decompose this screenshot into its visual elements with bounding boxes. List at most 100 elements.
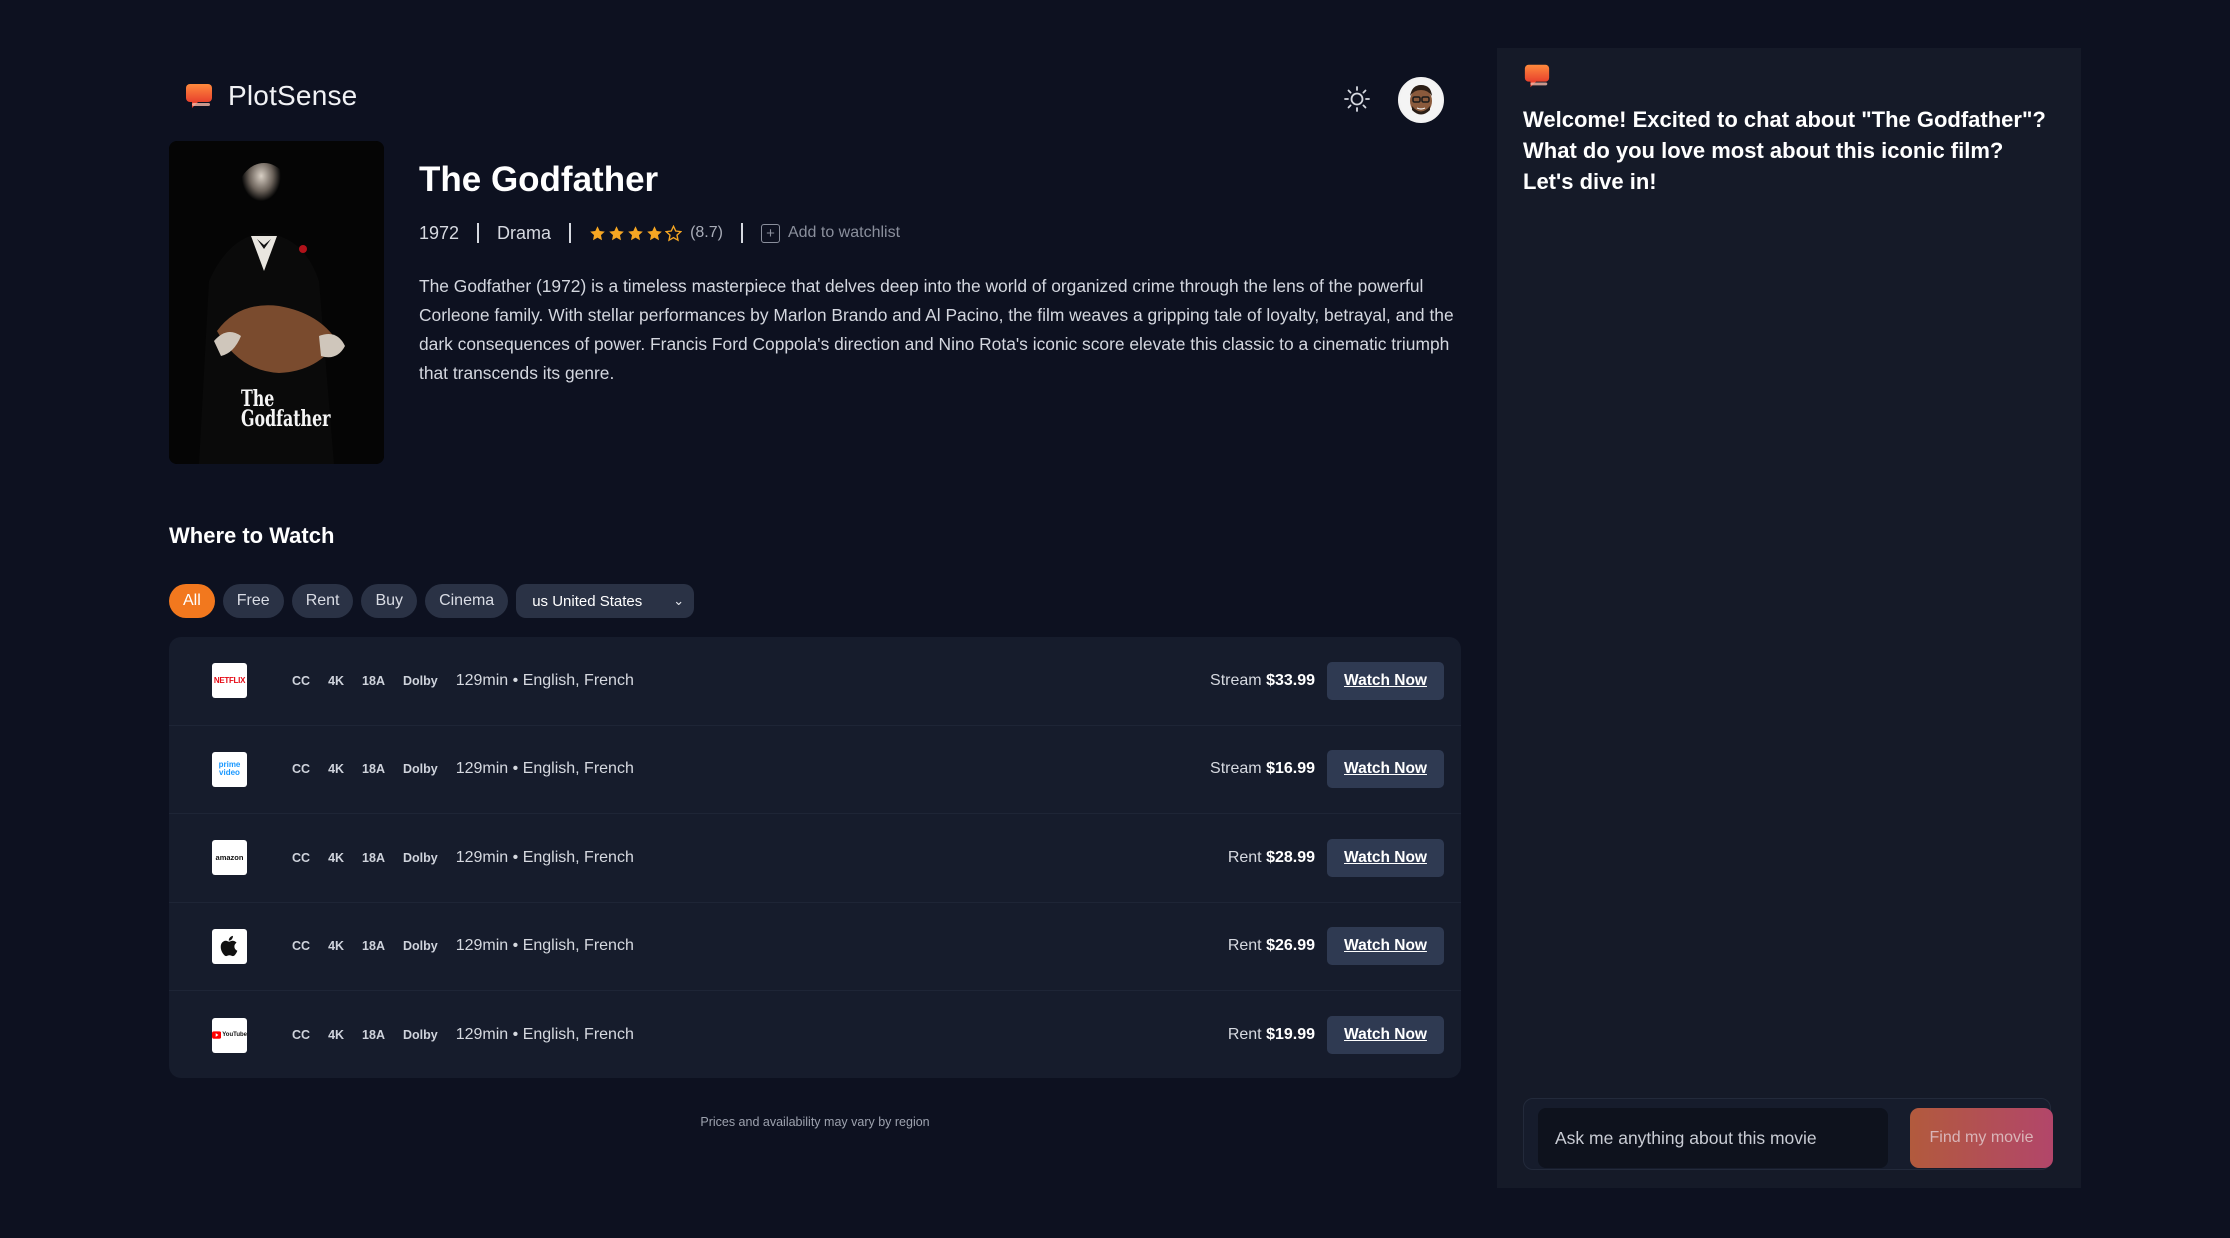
- price-area: Rent $28.99 Watch Now: [1228, 838, 1444, 877]
- region-value: us United States: [532, 592, 643, 610]
- provider-row-netflix: NETFLIX CC 4K 18A Dolby 129min • English…: [169, 637, 1461, 726]
- chat-composer: Find my movie: [1523, 1098, 2053, 1170]
- watch-now-button[interactable]: Watch Now: [1327, 661, 1444, 700]
- price-value: $33.99: [1266, 671, 1315, 689]
- tag-cc: CC: [292, 1028, 311, 1043]
- price-label: Rent $19.99: [1228, 1026, 1315, 1044]
- tag-4k: 4K: [328, 673, 345, 688]
- divider: [477, 223, 480, 243]
- user-avatar[interactable]: [1398, 77, 1444, 123]
- tag-age: 18A: [362, 1028, 385, 1043]
- star-full-icon: [647, 225, 662, 240]
- star-full-icon: [628, 225, 643, 240]
- filter-free[interactable]: Free: [222, 584, 284, 618]
- brand[interactable]: PlotSense: [184, 80, 357, 112]
- tag-dolby: Dolby: [402, 939, 438, 954]
- filter-all[interactable]: All: [169, 584, 215, 618]
- divider: [569, 223, 572, 243]
- star-empty-icon: [665, 224, 683, 242]
- provider-info: 129min • English, French: [455, 848, 634, 866]
- watch-now-button[interactable]: Watch Now: [1327, 927, 1444, 966]
- rating-stars: (8.7): [589, 224, 723, 242]
- price-value: $28.99: [1266, 848, 1315, 866]
- watch-now-button[interactable]: Watch Now: [1327, 1016, 1444, 1055]
- tag-age: 18A: [362, 850, 385, 865]
- tag-dolby: Dolby: [402, 673, 438, 688]
- prime-video-logo-icon: prime video: [212, 751, 247, 787]
- apple-icon: [220, 936, 237, 957]
- amazon-logo-text: amazon: [215, 853, 244, 863]
- star-full-icon: [609, 225, 624, 240]
- tag-4k: 4K: [328, 1028, 345, 1043]
- star-full-icon: [590, 225, 605, 240]
- price-value: $16.99: [1266, 760, 1315, 778]
- divider: [740, 223, 743, 243]
- chevron-down-icon: ⌄: [673, 593, 685, 608]
- provider-row-prime-video: prime video CC 4K 18A Dolby 129min • Eng…: [169, 726, 1461, 814]
- tag-cc: CC: [292, 850, 311, 865]
- price-value: $19.99: [1266, 1026, 1315, 1044]
- watch-now-button[interactable]: Watch Now: [1327, 750, 1444, 789]
- provider-tags: CC 4K 18A Dolby 129min • English, French: [292, 937, 634, 955]
- brand-name: PlotSense: [228, 80, 358, 111]
- tag-age: 18A: [362, 762, 385, 777]
- sun-icon[interactable]: [1342, 84, 1372, 114]
- avatar-face-icon: [1400, 79, 1442, 121]
- netflix-logo-text: NETFLIX: [213, 676, 246, 686]
- tag-dolby: Dolby: [402, 762, 438, 777]
- tag-4k: 4K: [328, 762, 345, 777]
- price-type: Rent: [1227, 937, 1262, 955]
- tag-age: 18A: [362, 673, 385, 688]
- rating-value: (8.7): [690, 224, 723, 241]
- prime-video-logo-text: prime video: [218, 760, 241, 778]
- price-type: Rent: [1227, 1026, 1262, 1044]
- movie-genre: Drama: [497, 222, 552, 243]
- provider-tags: CC 4K 18A Dolby 129min • English, French: [292, 849, 634, 867]
- watchlist-label: Add to watchlist: [787, 224, 901, 241]
- price-area: Rent $19.99 Watch Now: [1228, 1016, 1444, 1055]
- filter-buy[interactable]: Buy: [361, 584, 418, 618]
- youtube-play-icon: [212, 1031, 222, 1039]
- price-label: Stream $33.99: [1210, 672, 1315, 690]
- movie-title: The Godfather: [419, 160, 659, 199]
- tag-age: 18A: [362, 939, 385, 954]
- price-type: Stream: [1210, 760, 1262, 778]
- tag-dolby: Dolby: [402, 1028, 438, 1043]
- where-to-watch-title: Where to Watch: [169, 523, 335, 548]
- poster-title-line2: Godfather: [241, 406, 331, 432]
- provider-info: 129min • English, French: [455, 760, 634, 778]
- price-area: Stream $16.99 Watch Now: [1210, 750, 1444, 789]
- price-value: $26.99: [1266, 937, 1315, 955]
- poster-title: The Godfather: [241, 388, 331, 432]
- youtube-logo-text: YouTube: [222, 1032, 247, 1039]
- provider-info: 129min • English, French: [455, 671, 634, 689]
- tag-dolby: Dolby: [402, 850, 438, 865]
- movie-poster: The Godfather: [169, 141, 384, 464]
- amazon-logo-icon: amazon: [212, 840, 247, 876]
- filter-rent[interactable]: Rent: [291, 584, 354, 618]
- tag-cc: CC: [292, 673, 311, 688]
- provider-list: NETFLIX CC 4K 18A Dolby 129min • English…: [169, 637, 1461, 1078]
- chat-welcome-message: Welcome! Excited to chat about "The Godf…: [1523, 107, 2046, 194]
- plus-icon: +: [760, 223, 780, 243]
- availability-filters: All Free Rent Buy Cinema us United State…: [169, 584, 695, 618]
- price-label: Rent $28.99: [1228, 849, 1315, 867]
- chat-bubble-logo-icon: [186, 84, 212, 108]
- find-my-movie-button[interactable]: Find my movie: [1910, 1108, 2053, 1168]
- price-type: Stream: [1210, 671, 1262, 689]
- filter-cinema[interactable]: Cinema: [425, 584, 509, 618]
- price-area: Stream $33.99 Watch Now: [1210, 661, 1444, 700]
- provider-info: 129min • English, French: [455, 1026, 634, 1044]
- provider-row-apple-tv: CC 4K 18A Dolby 129min • English, French…: [169, 903, 1461, 991]
- provider-row-youtube: YouTube CC 4K 18A Dolby 129min • English…: [169, 991, 1461, 1078]
- movie-description: The Godfather (1972) is a timeless maste…: [419, 276, 1454, 383]
- price-type: Rent: [1227, 848, 1262, 866]
- watch-now-button[interactable]: Watch Now: [1327, 838, 1444, 877]
- pricing-disclaimer: Prices and availability may vary by regi…: [700, 1115, 930, 1129]
- apple-logo-icon: [212, 928, 247, 964]
- add-to-watchlist-button[interactable]: + Add to watchlist: [760, 223, 901, 243]
- region-select[interactable]: us United States ⌄: [516, 584, 695, 618]
- chat-input[interactable]: [1538, 1108, 1888, 1168]
- provider-tags: CC 4K 18A Dolby 129min • English, French: [292, 760, 634, 778]
- youtube-logo-icon: YouTube: [212, 1017, 247, 1053]
